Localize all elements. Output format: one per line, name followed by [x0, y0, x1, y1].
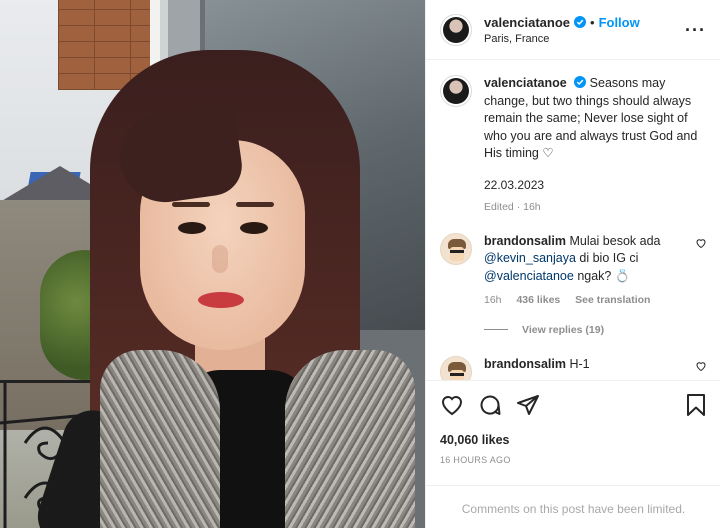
- comment-body: brandonsalim H-1: [484, 356, 687, 381]
- comment-likes[interactable]: 436 likes: [516, 294, 560, 306]
- caption-body: valenciatanoe Seasons may change, but tw…: [484, 75, 707, 217]
- header-separator: •: [590, 14, 595, 30]
- see-translation-link[interactable]: See translation: [575, 294, 650, 306]
- photo-person: [30, 50, 425, 528]
- comment-text-middle: di bio IG ci: [579, 251, 639, 265]
- view-replies-label: View replies (19): [522, 323, 605, 336]
- action-icons-row: [440, 393, 707, 417]
- photo-lips: [198, 292, 244, 308]
- caption: valenciatanoe Seasons may change, but tw…: [440, 75, 707, 217]
- follow-button[interactable]: Follow: [599, 15, 640, 30]
- comment-like-heart-icon[interactable]: [695, 237, 707, 249]
- likes-count[interactable]: 40,060 likes: [440, 433, 707, 447]
- verified-badge-icon: [574, 76, 587, 88]
- photo-fur-vest-right: [285, 350, 415, 528]
- post-side-panel: valenciatanoe • Follow Paris, France ···…: [425, 0, 720, 528]
- comment-mention-1[interactable]: @kevin_sanjaya: [484, 251, 576, 265]
- comment-mention-2[interactable]: @valenciatanoe: [484, 269, 574, 283]
- header-row: valenciatanoe • Follow: [484, 15, 685, 30]
- comment-item: brandonsalim H-1: [440, 355, 707, 381]
- comment-item: brandonsalim Mulai besok ada @kevin_sanj…: [440, 232, 707, 310]
- caption-heart: ♡: [542, 146, 554, 160]
- comments-section[interactable]: valenciatanoe Seasons may change, but tw…: [426, 61, 720, 380]
- comment-meta: 16h 436 likes See translation: [484, 292, 687, 310]
- photo-brow-right: [236, 202, 274, 207]
- more-options-icon[interactable]: ···: [685, 21, 706, 39]
- author-username[interactable]: valenciatanoe: [484, 15, 570, 30]
- comment-text-before: Mulai besok ada: [569, 233, 661, 248]
- post-header: valenciatanoe • Follow Paris, France ···: [426, 0, 720, 60]
- photo-nose: [212, 245, 228, 273]
- ring-emoji: 💍: [614, 268, 631, 283]
- caption-author-avatar[interactable]: [440, 75, 472, 107]
- header-text: valenciatanoe • Follow Paris, France: [484, 15, 685, 45]
- comment-time: 16h: [484, 294, 502, 306]
- comment-username[interactable]: brandonsalim: [484, 234, 566, 248]
- commenter-avatar[interactable]: [440, 355, 472, 380]
- share-icon[interactable]: [516, 393, 540, 417]
- photo-brow-left: [172, 202, 210, 207]
- save-icon[interactable]: [685, 393, 707, 417]
- instagram-post: valenciatanoe • Follow Paris, France ···…: [0, 0, 720, 528]
- commenter-avatar[interactable]: [440, 232, 472, 265]
- photo-eye-left: [178, 222, 206, 234]
- comment-text-after: ngak?: [577, 268, 612, 283]
- author-avatar[interactable]: [440, 13, 472, 46]
- comment-like-heart-icon[interactable]: [695, 360, 707, 372]
- comments-limited-notice: Comments on this post have been limited.: [426, 485, 720, 528]
- caption-edited: Edited · 16h: [484, 201, 541, 213]
- post-time-ago: 16 HOURS AGO: [440, 455, 511, 465]
- caption-username[interactable]: valenciatanoe: [484, 76, 567, 90]
- photo-fur-vest-left: [100, 350, 220, 528]
- post-location[interactable]: Paris, France: [484, 33, 685, 45]
- caption-date: 22.03.2023: [484, 177, 545, 192]
- verified-badge-icon: [574, 16, 586, 28]
- comment-username[interactable]: brandonsalim: [484, 357, 566, 371]
- photo-eye-right: [240, 222, 268, 234]
- heart-icon[interactable]: [440, 393, 464, 417]
- comment-icon[interactable]: [478, 393, 502, 417]
- comment-body: brandonsalim Mulai besok ada @kevin_sanj…: [484, 233, 687, 310]
- view-replies-button[interactable]: View replies (19): [484, 324, 707, 336]
- post-actions: 40,060 likes 16 HOURS AGO: [426, 380, 720, 465]
- comment-text: H-1: [569, 356, 590, 371]
- view-replies-line: [484, 329, 508, 330]
- post-photo[interactable]: [0, 0, 425, 528]
